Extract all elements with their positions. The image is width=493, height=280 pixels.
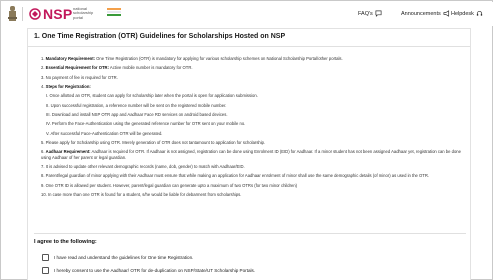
guideline-text: It is advised to update other relevant d…	[45, 163, 245, 169]
guideline-number: 7.	[41, 163, 45, 169]
megaphone-icon	[443, 10, 449, 17]
guideline-item: 8. Parent/legal guardian of minor applyi…	[41, 173, 461, 178]
guideline-item: 3. No payment of fee is required for OTR…	[41, 75, 461, 80]
guideline-number: 2.	[41, 65, 45, 71]
guideline-item: 5. Please apply for Scholarship using OT…	[41, 140, 461, 145]
guideline-text: Aadhaar is required for OTR. If Aadhaar …	[41, 149, 461, 160]
guideline-text: Upon successful registration, a referenc…	[50, 102, 227, 108]
guideline-item: V. After successful Face-Authentication …	[46, 131, 461, 136]
guideline-item: 9. One OTR ID is allowed per student. Ho…	[41, 183, 461, 188]
guideline-number: I.	[46, 93, 49, 99]
guideline-text: Active mobile number is mandatory for OT…	[108, 65, 193, 71]
nav-helpdesk[interactable]: Helpdesk	[451, 10, 483, 17]
guideline-text: Once allotted an OTR, student can apply …	[49, 93, 258, 99]
guideline-text: After successful Face-Authentication OTR…	[50, 130, 163, 136]
guideline-item: 4. Steps for Registration:	[41, 84, 461, 89]
guideline-text: One Time Registration (OTR) is mandatory…	[95, 56, 343, 61]
nsp-logo-icon[interactable]	[29, 8, 41, 20]
nav-announcements[interactable]: Announcements	[401, 10, 450, 17]
guideline-item: 7. It is advised to update other relevan…	[41, 164, 461, 169]
guideline-number: 8.	[41, 173, 45, 179]
headset-icon	[476, 10, 483, 16]
guideline-text: Perform the Face-Authentication using th…	[51, 121, 246, 127]
guideline-text: In case more than one OTR is found for a…	[48, 192, 242, 198]
guideline-label: Mandatory Requirement:	[45, 56, 95, 61]
guideline-text: Parent/legal guardian of minor applying …	[45, 173, 430, 179]
page-title: 1. One Time Registration (OTR) Guideline…	[34, 33, 286, 40]
guideline-number: IV.	[46, 121, 51, 127]
guideline-number: II.	[46, 102, 50, 108]
guideline-item: II. Upon successful registration, a refe…	[46, 103, 461, 108]
guideline-number: 9.	[41, 182, 45, 188]
guideline-text: Download and install NSP OTR app and Aad…	[51, 112, 228, 118]
guideline-text: Please apply for Scholarship using OTR. …	[45, 140, 266, 146]
header-divider	[22, 7, 23, 21]
consent-section: I agree to the following: I have read an…	[34, 233, 466, 280]
guideline-item: IV. Perform the Face-Authentication usin…	[46, 121, 461, 126]
guidelines-list: 1. Mandatory Requirement: One Time Regis…	[41, 56, 461, 201]
guideline-label: Steps for Registration:	[45, 84, 91, 90]
consent-aadhaar-row[interactable]: I hereby consent to use the Aadhaar/ OTR…	[42, 267, 255, 274]
nsp-logo-subtitle: national scholarship portal	[73, 6, 94, 20]
consent-title: I agree to the following:	[34, 239, 97, 245]
top-header: NSP national scholarship portal FAQ's An…	[2, 2, 493, 26]
nav-announcements-label: Announcements	[401, 10, 441, 17]
guideline-item: 10. In case more than one OTR is found f…	[41, 192, 461, 197]
guideline-number: 5.	[41, 140, 45, 146]
nsp-logo-text[interactable]: NSP	[43, 7, 72, 21]
guideline-label: Essential Requirement for OTR:	[45, 65, 109, 71]
state-emblem-icon	[8, 6, 17, 21]
consent-aadhaar-label: I hereby consent to use the Aadhaar/ OTR…	[54, 268, 256, 273]
guideline-item: I. Once allotted an OTR, student can app…	[46, 93, 461, 98]
guideline-number: 4.	[41, 84, 45, 90]
guideline-item: 1. Mandatory Requirement: One Time Regis…	[41, 56, 461, 61]
guideline-item: 6. Aadhaar Requirement: Aadhaar is requi…	[41, 149, 461, 159]
consent-aadhaar-checkbox[interactable]	[42, 267, 49, 274]
india-flag-icon	[107, 8, 121, 19]
guideline-item: 2. Essential Requirement for OTR: Active…	[41, 65, 461, 70]
guideline-text: One OTR ID is allowed per student. Howev…	[45, 182, 298, 188]
consent-guidelines-label: I have read and understand the guideline…	[54, 255, 194, 260]
guideline-number: 10.	[41, 192, 47, 198]
title-divider	[28, 46, 470, 47]
guideline-number: III.	[46, 112, 51, 118]
guideline-number: 1.	[41, 56, 45, 61]
consent-guidelines-row[interactable]: I have read and understand the guideline…	[42, 254, 193, 261]
nav-faqs[interactable]: FAQ's	[358, 10, 382, 17]
guidelines-panel: 1. One Time Registration (OTR) Guideline…	[27, 28, 471, 280]
consent-guidelines-checkbox[interactable]	[42, 254, 49, 261]
guideline-number: 3.	[41, 74, 45, 80]
guideline-item: III. Download and install NSP OTR app an…	[46, 112, 461, 117]
chat-bubble-icon	[375, 10, 382, 17]
guideline-text: No payment of fee is required for OTR.	[45, 74, 118, 80]
guideline-number: V.	[46, 130, 50, 136]
nav-helpdesk-label: Helpdesk	[451, 10, 474, 17]
nav-faqs-label: FAQ's	[358, 10, 373, 17]
page-frame: NSP national scholarship portal FAQ's An…	[0, 0, 493, 280]
